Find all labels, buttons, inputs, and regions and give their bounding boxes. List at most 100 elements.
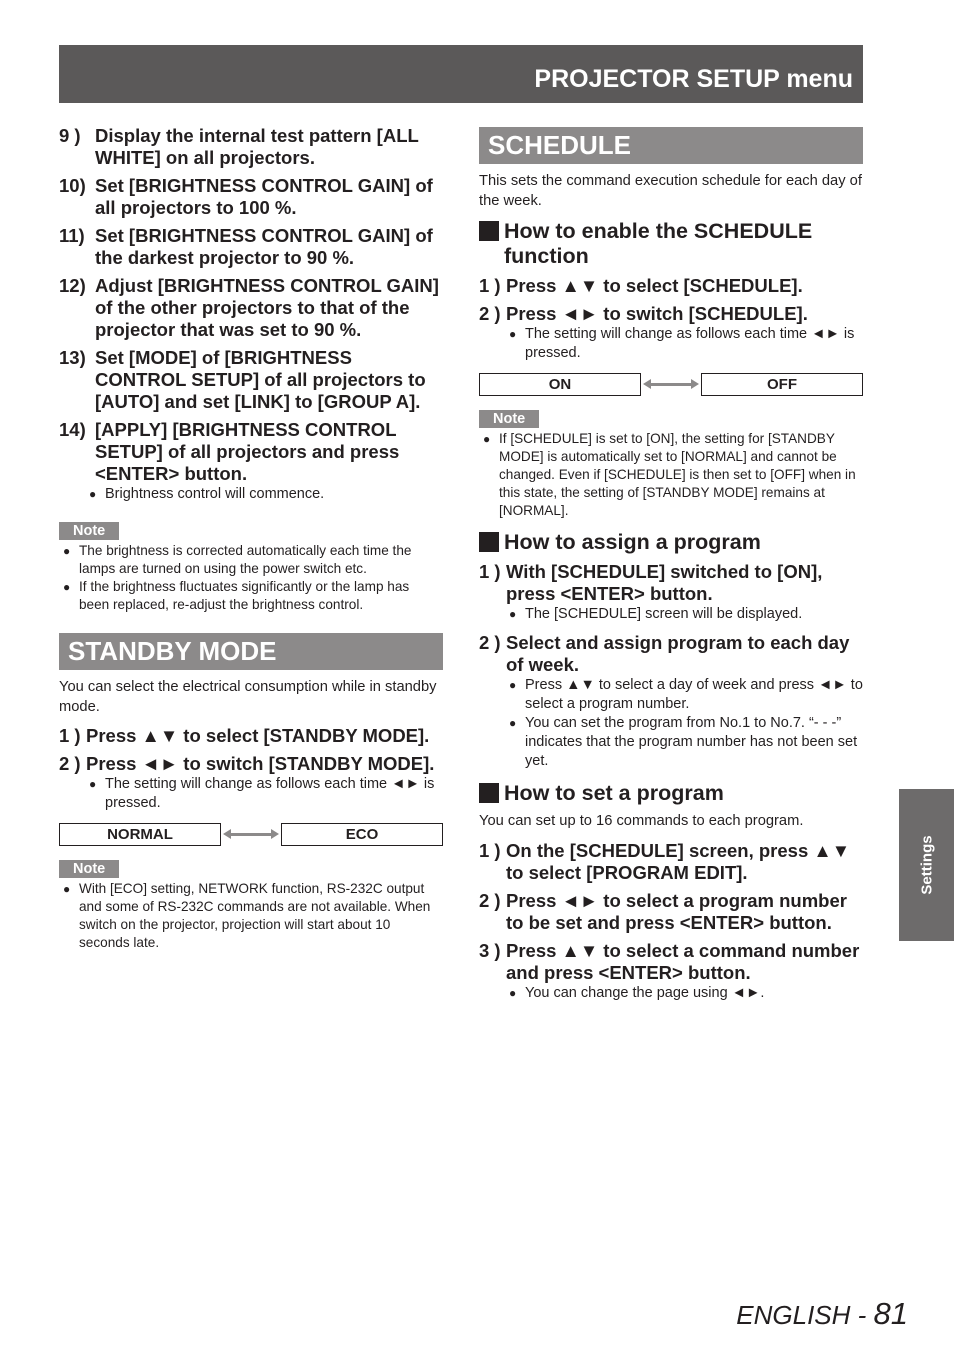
step-number: 14)	[59, 419, 86, 440]
note-list: ● The brightness is corrected automatical…	[59, 542, 443, 614]
toggle-option-normal: NORMAL	[59, 823, 221, 846]
bullet-text: The [SCHEDULE] screen will be displayed.	[525, 606, 803, 622]
step-text: Set [BRIGHTNESS CONTROL GAIN] of all pro…	[95, 175, 433, 218]
section-intro: You can set up to 16 commands to each pr…	[479, 813, 804, 829]
bullet-icon: ●	[89, 487, 97, 501]
bullet-text: You can change the page using ◄►.	[525, 984, 765, 1001]
step-text: Press ◄► to switch [SCHEDULE].	[506, 303, 808, 324]
step: 2 ) Press ◄► to switch [SCHEDULE].	[479, 303, 863, 325]
step-text: Press ◄► to switch [STANDBY MODE].	[86, 753, 435, 774]
subheading-text: How to enable the SCHEDULE function	[504, 219, 813, 268]
step-number: 2 )	[59, 753, 81, 774]
step-number: 9 )	[59, 125, 81, 146]
bullet-text: You can set the program from No.1 to No.…	[525, 715, 858, 769]
step: 9 ) Display the internal test pattern [AL…	[59, 125, 443, 169]
step-text: On the [SCHEDULE] screen, press ▲▼ to se…	[506, 839, 851, 883]
bullet-text: Brightness control will commence.	[105, 486, 325, 502]
footer-language: ENGLISH -	[736, 1300, 874, 1330]
step: 14) [APPLY] [BRIGHTNESS CONTROL SETUP] of…	[59, 419, 443, 485]
step-number: 1 )	[479, 275, 501, 296]
step-text: Press ◄► to select a program number to b…	[506, 889, 847, 933]
left-column: 9 ) Display the internal test pattern [AL…	[59, 125, 443, 952]
note-text: The brightness is corrected automaticall…	[79, 543, 412, 576]
toggle-option-on: ON	[479, 373, 641, 396]
bullet-icon: ●	[483, 432, 491, 446]
double-arrow-icon	[221, 824, 281, 845]
note-badge: Note	[59, 860, 120, 878]
section-intro: This sets the command execution schedule…	[479, 173, 862, 209]
step-number: 1 )	[59, 725, 81, 746]
step-number: 2 )	[479, 889, 501, 911]
step-number: 2 )	[479, 303, 501, 324]
step: 13) Set [MODE] of [BRIGHTNESS CONTROL SET…	[59, 347, 443, 413]
section-title-standby-mode: STANDBY MODE	[59, 633, 443, 670]
note-text: If the brightness fluctuates significant…	[79, 579, 410, 612]
step-bullets: ● You can change the page using ◄►.	[479, 984, 863, 1003]
step-text: Set [MODE] of [BRIGHTNESS CONTROL SETUP]…	[95, 347, 426, 412]
side-tab-label: Settings	[918, 835, 935, 895]
bullet-item: ● The [SCHEDULE] screen will be displayed…	[509, 605, 863, 624]
note-list: ● With [ECO] setting, NETWORK function, R…	[59, 880, 443, 952]
double-arrow-icon	[641, 374, 701, 395]
page-footer: ENGLISH - 81	[736, 1296, 908, 1332]
step-text: Press ▲▼ to select [STANDBY MODE].	[86, 725, 430, 746]
subheading-assign-program: How to assign a program	[479, 530, 863, 555]
toggle-option-eco: ECO	[281, 823, 443, 846]
bullet-item: ● Press ▲▼ to select a day of week and pr…	[509, 676, 863, 714]
step-number: 10)	[59, 175, 86, 196]
note-badge: Note	[479, 410, 540, 428]
step-text: Press ▲▼ to select [SCHEDULE].	[506, 275, 803, 296]
section-title-schedule: SCHEDULE	[479, 127, 863, 164]
page-header: PROJECTOR SETUP menu	[59, 45, 863, 103]
note-item: ● If [SCHEDULE] is set to [ON], the setti…	[483, 430, 863, 520]
bullet-text: The setting will change as follows each …	[105, 776, 435, 811]
bullet-item: ● You can change the page using ◄►.	[509, 984, 863, 1003]
section-intro: You can select the electrical consumptio…	[59, 679, 437, 715]
step-bullets: ● The setting will change as follows each…	[59, 775, 443, 813]
step: 1 ) On the [SCHEDULE] screen, press ▲▼ to…	[479, 840, 863, 884]
step-text: Press ▲▼ to select a command number and …	[506, 939, 860, 983]
note-item: ● With [ECO] setting, NETWORK function, R…	[63, 880, 443, 952]
bullet-icon: ●	[509, 678, 517, 692]
note-text: If [SCHEDULE] is set to [ON], the settin…	[499, 431, 856, 518]
toggle-option-off: OFF	[701, 373, 863, 396]
step-text: Set [BRIGHTNESS CONTROL GAIN] of the dar…	[95, 225, 433, 268]
step-number: 12)	[59, 275, 86, 296]
step: 2 ) Press ◄► to select a program number t…	[479, 890, 863, 934]
step: 11) Set [BRIGHTNESS CONTROL GAIN] of the …	[59, 225, 443, 269]
step: 1 ) Press ▲▼ to select [SCHEDULE].	[479, 275, 863, 297]
bullet-text: Press ▲▼ to select a day of week and pre…	[525, 677, 863, 712]
step-text: Adjust [BRIGHTNESS CONTROL GAIN] of the …	[95, 275, 439, 340]
bullet-item: ● Brightness control will commence.	[89, 485, 443, 504]
step-bullets: ● The setting will change as follows each…	[479, 325, 863, 363]
right-column: SCHEDULE This sets the command execution…	[479, 127, 863, 1011]
step-number: 3 )	[479, 939, 501, 961]
bullet-item: ● The setting will change as follows each…	[89, 775, 443, 813]
note-badge: Note	[59, 522, 120, 540]
bullet-icon: ●	[89, 777, 97, 791]
bullet-icon: ●	[63, 882, 71, 896]
step-number: 13)	[59, 347, 86, 368]
bullet-icon: ●	[509, 985, 517, 1000]
schedule-toggle-diagram: ON OFF	[479, 373, 863, 396]
subheading-text: How to set a program	[504, 781, 724, 805]
step-number: 2 )	[479, 632, 501, 653]
side-tab-settings: Settings	[899, 789, 954, 941]
subheading-text: How to assign a program	[504, 530, 761, 554]
standby-toggle-diagram: NORMAL ECO	[59, 823, 443, 846]
bullet-item: ● The setting will change as follows each…	[509, 325, 863, 363]
step-number: 1 )	[479, 561, 501, 582]
step-text: [APPLY] [BRIGHTNESS CONTROL SETUP] of al…	[95, 419, 400, 484]
step-number: 1 )	[479, 839, 501, 861]
bullet-text: The setting will change as follows each …	[525, 326, 855, 361]
step: 2 ) Select and assign program to each day…	[479, 632, 863, 676]
page-number: 81	[873, 1296, 908, 1331]
step-text: With [SCHEDULE] switched to [ON], press …	[506, 561, 823, 604]
note-text: With [ECO] setting, NETWORK function, RS…	[79, 881, 431, 950]
step-text: Display the internal test pattern [ALL W…	[95, 125, 419, 168]
note-item: ● If the brightness fluctuates significan…	[63, 578, 443, 614]
step: 3 ) Press ▲▼ to select a command number a…	[479, 940, 863, 984]
step: 2 ) Press ◄► to switch [STANDBY MODE].	[59, 753, 443, 775]
step-bullets: ● The [SCHEDULE] screen will be displayed…	[479, 605, 863, 624]
step: 10) Set [BRIGHTNESS CONTROL GAIN] of all …	[59, 175, 443, 219]
